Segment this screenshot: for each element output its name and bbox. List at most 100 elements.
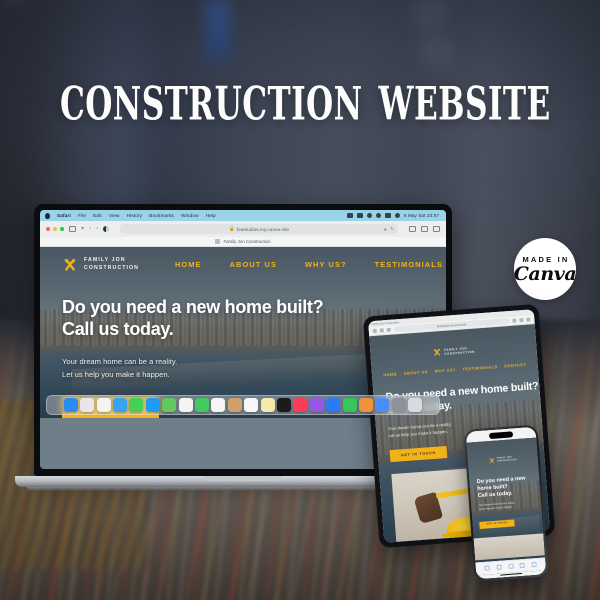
nav-item-why-us[interactable]: WHY US? <box>305 260 347 269</box>
maps-icon[interactable] <box>162 398 177 413</box>
brand-line-2: CONSTRUCTION <box>84 264 139 271</box>
hero-heading-line-1: Do you need a new home built? <box>476 475 526 493</box>
site-logo-text: FAMILY JON CONSTRUCTION <box>444 345 475 356</box>
brand-line-2: CONSTRUCTION <box>444 349 475 356</box>
close-icon[interactable] <box>46 226 51 232</box>
menu-item-history[interactable]: History <box>127 213 143 218</box>
menu-item-bookmarks[interactable]: Bookmarks <box>149 213 174 218</box>
apple-icon[interactable] <box>45 212 50 219</box>
page-title: Construction Website <box>60 58 551 136</box>
hero-heading-line-1: Do you need a new home built? <box>62 296 324 317</box>
notes-icon[interactable] <box>260 398 275 413</box>
nav-item-about-us[interactable]: ABOUT US <box>230 260 277 269</box>
forward-icon[interactable] <box>496 564 502 570</box>
phone-body: FAMILY JON CONSTRUCTION Do you need a ne… <box>463 424 549 582</box>
forward-icon[interactable]: › <box>96 226 98 232</box>
favorite-label[interactable]: Family Jon Construction <box>223 239 270 244</box>
mail-icon[interactable] <box>145 398 160 413</box>
phone-hero-section: Do you need a new home built? Call us to… <box>469 465 542 531</box>
appstore-icon[interactable] <box>326 398 341 413</box>
pages-icon[interactable] <box>358 398 373 413</box>
tabs-icon[interactable] <box>433 226 440 232</box>
site-header: FAMILY JON CONSTRUCTION HOME ABOUT US WH… <box>40 247 446 281</box>
sidebar-icon[interactable] <box>69 226 77 232</box>
favicon <box>215 239 221 244</box>
chrome-icon[interactable] <box>96 398 111 413</box>
trash-icon[interactable] <box>408 398 423 413</box>
share-icon[interactable] <box>507 563 514 570</box>
minimize-icon[interactable] <box>52 226 58 232</box>
back-icon[interactable]: ‹ <box>89 226 91 232</box>
safari-right-actions <box>409 226 440 232</box>
display-icon[interactable] <box>357 213 364 218</box>
address-bar-url: feastudios.my.canva.site <box>236 226 290 232</box>
favorites-bar: Family Jon Construction <box>40 237 446 247</box>
facetime-icon[interactable] <box>195 398 210 413</box>
get-in-touch-button[interactable]: GET IN TOUCH <box>479 518 515 529</box>
contacts-icon[interactable] <box>227 398 242 413</box>
made-in-canva-badge: MADE IN Canva <box>514 238 576 300</box>
phone-screen: FAMILY JON CONSTRUCTION Do you need a ne… <box>466 427 546 579</box>
controlcenter-icon[interactable] <box>385 213 392 218</box>
site-logo-text: FAMILY JON CONSTRUCTION <box>84 257 139 273</box>
search-icon[interactable] <box>376 213 382 218</box>
safari-icon[interactable] <box>113 398 128 413</box>
hero-heading-line-2: Call us today. <box>477 490 513 499</box>
address-bar[interactable]: 🔒 feastudios.my.canva.site ⎆ ↻ <box>120 224 398 234</box>
launchpad-icon[interactable] <box>80 398 95 413</box>
zoom-icon[interactable] <box>59 226 65 232</box>
tv-icon[interactable] <box>276 398 291 413</box>
tabs-icon[interactable] <box>526 317 531 322</box>
window-traffic-lights <box>46 226 65 232</box>
refresh-icon[interactable]: ↻ <box>390 226 394 232</box>
numbers-icon[interactable] <box>342 398 357 413</box>
chevron-down-icon[interactable]: ▾ <box>81 226 84 232</box>
crossed-hammers-icon <box>64 259 76 271</box>
music-icon[interactable] <box>293 398 308 413</box>
address-bar-actions: ⎆ ↻ <box>384 226 394 232</box>
site-logo[interactable]: FAMILY JON CONSTRUCTION <box>62 257 139 273</box>
hero-heading: Do you need a new home built? Call us to… <box>62 297 446 341</box>
menu-item-safari[interactable]: Safari <box>57 213 71 218</box>
menu-bar-clock[interactable]: 8 May Sat 23:57 <box>404 213 439 218</box>
share-icon[interactable] <box>512 318 517 323</box>
macos-dock <box>46 395 440 416</box>
calendar-icon[interactable] <box>211 398 226 413</box>
menu-bar-status-area: 8 May Sat 23:57 <box>347 213 441 218</box>
bookmarks-icon[interactable] <box>519 562 526 569</box>
podcasts-icon[interactable] <box>309 398 324 413</box>
back-icon[interactable] <box>484 565 490 571</box>
nav-item-testimonials[interactable]: TESTIMONIALS <box>375 260 443 269</box>
menu-item-help[interactable]: Help <box>206 213 216 218</box>
photos-icon[interactable] <box>178 398 193 413</box>
website-viewport-desktop: FAMILY JON CONSTRUCTION HOME ABOUT US WH… <box>40 247 446 419</box>
hero-heading-line-2: Call us today. <box>62 318 174 339</box>
menu-item-file[interactable]: File <box>78 213 86 218</box>
messages-icon[interactable] <box>129 398 144 413</box>
menu-item-window[interactable]: Window <box>181 213 199 218</box>
menu-item-edit[interactable]: Edit <box>93 213 102 218</box>
share-icon[interactable] <box>409 226 416 232</box>
battery-icon[interactable] <box>347 213 354 218</box>
poster-canvas: Construction Website MADE IN Canva Safar… <box>0 0 600 600</box>
siri-icon[interactable] <box>395 213 401 218</box>
finder-icon[interactable] <box>63 398 78 413</box>
reminders-icon[interactable] <box>244 398 259 413</box>
wifi-icon[interactable] <box>367 213 373 218</box>
new-tab-icon[interactable] <box>519 318 524 323</box>
reader-icon[interactable] <box>103 226 110 232</box>
phone-mockup: FAMILY JON CONSTRUCTION Do you need a ne… <box>463 424 549 582</box>
hero-subtext: Your dream home can be a reality. Let us… <box>62 355 446 382</box>
crossed-hammers-icon <box>489 458 495 464</box>
xcode-icon[interactable] <box>375 398 390 413</box>
settings-icon[interactable] <box>391 398 406 413</box>
new-tab-icon[interactable] <box>421 226 428 232</box>
tabs-icon[interactable] <box>531 562 537 568</box>
nav-item-home[interactable]: HOME <box>175 260 202 269</box>
menu-item-view[interactable]: View <box>109 213 120 218</box>
hero-subtext-line-1: Your dream home can be a reality. <box>62 356 178 366</box>
brand-line-2: CONSTRUCTION <box>496 458 517 463</box>
hero-heading: Do you need a new home built? Call us to… <box>477 475 541 500</box>
translate-icon[interactable]: ⎆ <box>384 227 388 232</box>
site-logo[interactable]: FAMILY JON CONSTRUCTION <box>489 456 517 464</box>
